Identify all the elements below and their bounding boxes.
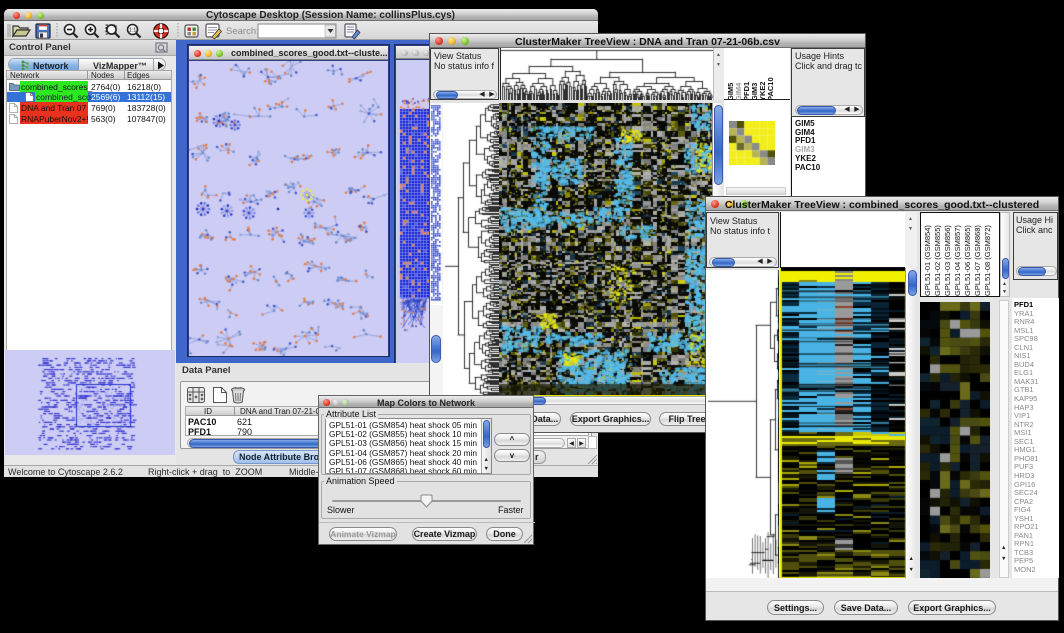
svg-text:1:1: 1:1 <box>129 28 137 34</box>
svg-text:Search:: Search: <box>226 26 259 37</box>
